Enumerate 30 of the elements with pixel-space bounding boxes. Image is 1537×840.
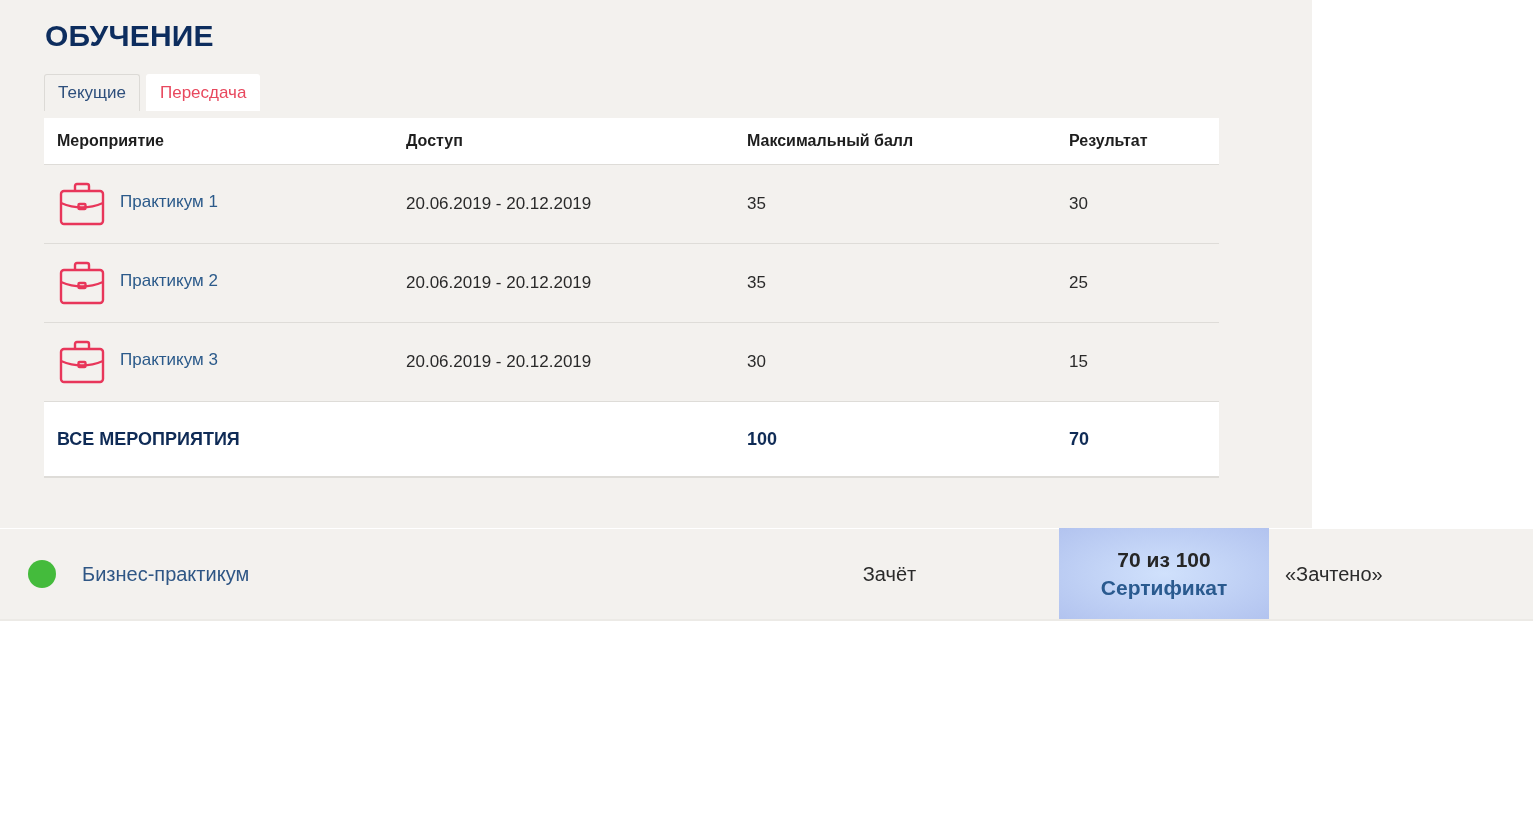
access-cell: 20.06.2019 - 20.12.2019: [406, 273, 592, 293]
column-header: Максимальный балл: [747, 132, 914, 150]
briefcase-icon: [59, 340, 105, 384]
event-link[interactable]: Практикум 3: [120, 349, 218, 370]
assessment-text: Зачёт: [862, 562, 917, 586]
briefcase-icon: [59, 261, 105, 305]
column-header: Мероприятие: [57, 132, 164, 150]
tab[interactable]: Текущие: [44, 74, 140, 111]
column-header: Доступ: [406, 132, 463, 150]
briefcase-icon: [59, 182, 105, 226]
result-cell: 25: [1069, 273, 1088, 293]
access-cell: 20.06.2019 - 20.12.2019: [406, 194, 592, 214]
access-cell: 20.06.2019 - 20.12.2019: [406, 352, 592, 372]
total-max-score: 100: [747, 428, 778, 450]
page-title: ОБУЧЕНИЕ: [45, 18, 214, 54]
column-header: Результат: [1069, 132, 1148, 150]
event-link[interactable]: Практикум 2: [120, 270, 218, 291]
grade-text: «Зачтено»: [1284, 562, 1383, 586]
max-score-cell: 30: [747, 352, 766, 372]
tab[interactable]: Пересдача: [145, 74, 261, 111]
result-cell: 15: [1069, 352, 1088, 372]
event-link[interactable]: Практикум 1: [120, 191, 218, 212]
score-text: 70 из 100: [1117, 547, 1211, 572]
max-score-cell: 35: [747, 273, 766, 293]
certificate-link[interactable]: Сертификат: [1100, 575, 1228, 600]
total-label: ВСЕ МЕРОПРИЯТИЯ: [57, 428, 240, 450]
result-cell: 30: [1069, 194, 1088, 214]
course-link[interactable]: Бизнес-практикум: [82, 562, 250, 586]
max-score-cell: 35: [747, 194, 766, 214]
total-result: 70: [1069, 428, 1090, 450]
